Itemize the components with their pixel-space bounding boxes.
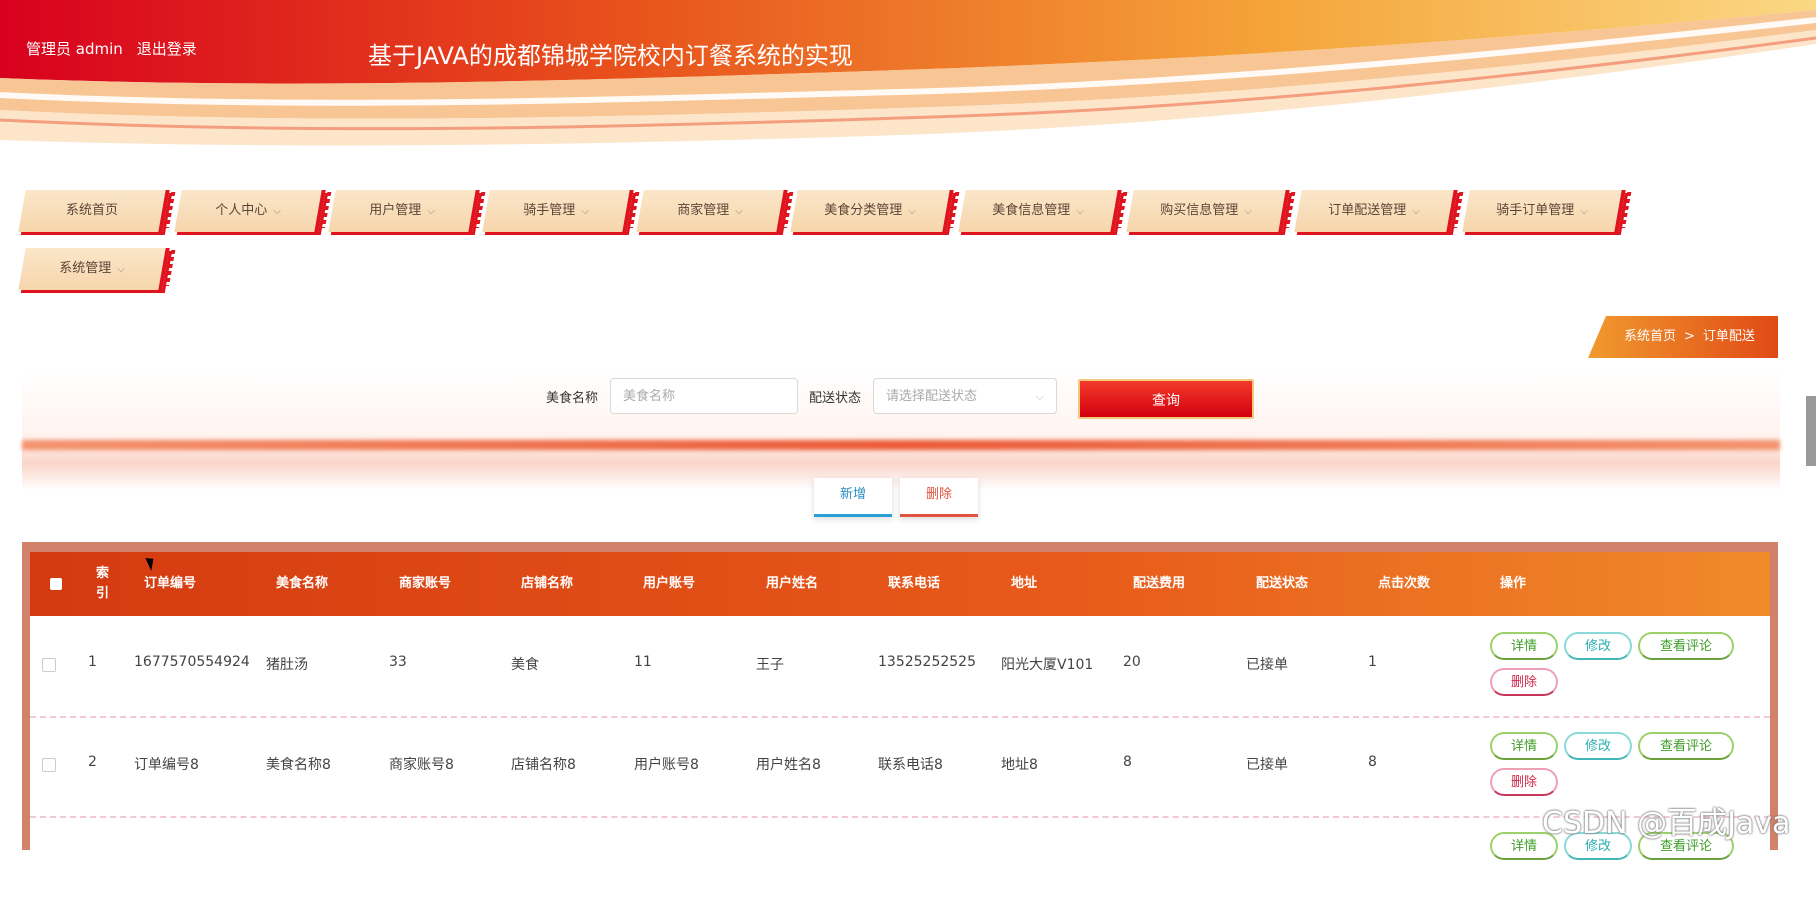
header-wave-background bbox=[0, 0, 1816, 170]
cell-click-count: 8 bbox=[1368, 754, 1377, 770]
breadcrumb: 系统首页 > 订单配送 bbox=[1588, 316, 1778, 358]
table-header: 索引 订单编号 美食名称 商家账号 店铺名称 用户账号 用户姓名 联系电话 地址… bbox=[30, 552, 1770, 616]
chevron-down-icon: ⌵ bbox=[1076, 206, 1084, 217]
cell-order-no: 1677570554924 bbox=[134, 654, 250, 670]
table-row: 详情 修改 查看评论 bbox=[30, 816, 1770, 916]
nav-label: 骑手订单管理 bbox=[1496, 203, 1575, 218]
cell-phone: 13525252525 bbox=[878, 654, 976, 670]
th-click-count: 点击次数 bbox=[1378, 576, 1431, 591]
delete-row-button[interactable]: 删除 bbox=[1490, 768, 1558, 796]
query-button[interactable]: 查询 bbox=[1078, 379, 1254, 419]
chevron-down-icon: ⌵ bbox=[1412, 206, 1420, 217]
nav-label: 骑手管理 bbox=[523, 203, 576, 218]
view-reviews-button[interactable]: 查看评论 bbox=[1638, 632, 1734, 660]
food-name-label: 美食名称 bbox=[546, 391, 599, 406]
edit-button[interactable]: 修改 bbox=[1564, 732, 1632, 760]
nav-label: 购买信息管理 bbox=[1160, 203, 1239, 218]
delivery-status-label: 配送状态 bbox=[809, 391, 862, 406]
cell-address: 阳光大厦V101 bbox=[1001, 657, 1094, 673]
nav-label: 美食分类管理 bbox=[824, 203, 903, 218]
cell-food-name: 猪肚汤 bbox=[266, 657, 308, 673]
nav-label: 个人中心 bbox=[215, 203, 268, 218]
nav-label: 用户管理 bbox=[369, 203, 422, 218]
cell-shop-name: 美食 bbox=[511, 657, 539, 673]
cell-delivery-status: 已接单 bbox=[1246, 657, 1288, 673]
chevron-down-icon: ⌵ bbox=[581, 206, 589, 217]
cell-merchant-account: 商家账号8 bbox=[389, 757, 454, 773]
cell-order-no: 订单编号8 bbox=[134, 757, 199, 773]
nav-label: 美食信息管理 bbox=[992, 203, 1071, 218]
food-name-placeholder: 美食名称 bbox=[623, 389, 676, 404]
breadcrumb-current: 订单配送 bbox=[1702, 329, 1755, 344]
cell-user-account: 11 bbox=[634, 654, 652, 670]
csdn-watermark: CSDN @百成Java bbox=[1542, 806, 1791, 841]
food-name-input[interactable]: 美食名称 bbox=[610, 378, 798, 414]
delivery-status-placeholder: 请选择配送状态 bbox=[886, 389, 978, 404]
view-reviews-button[interactable]: 查看评论 bbox=[1638, 732, 1734, 760]
chevron-down-icon: ⌵ bbox=[1244, 206, 1252, 217]
cell-click-count: 1 bbox=[1368, 654, 1377, 670]
cell-user-account: 用户账号8 bbox=[634, 757, 699, 773]
add-button[interactable]: 新增 bbox=[814, 478, 892, 517]
th-address: 地址 bbox=[1011, 576, 1038, 591]
breadcrumb-separator: > bbox=[1684, 329, 1695, 344]
cell-index: 2 bbox=[88, 754, 97, 770]
cell-delivery-fee: 8 bbox=[1123, 754, 1132, 770]
delete-row-button[interactable]: 删除 bbox=[1490, 668, 1558, 696]
breadcrumb-home[interactable]: 系统首页 bbox=[1624, 329, 1676, 344]
row-checkbox[interactable] bbox=[42, 758, 56, 772]
cell-merchant-account: 33 bbox=[389, 654, 407, 670]
chevron-down-icon: ⌵ bbox=[117, 264, 125, 275]
th-user-name: 用户姓名 bbox=[766, 576, 819, 591]
admin-user-label: 管理员 admin bbox=[26, 40, 123, 58]
row-checkbox[interactable] bbox=[42, 658, 56, 672]
page-scrollbar-thumb[interactable] bbox=[1806, 396, 1816, 466]
detail-button[interactable]: 详情 bbox=[1490, 632, 1558, 660]
nav-label: 商家管理 bbox=[677, 203, 730, 218]
edit-button[interactable]: 修改 bbox=[1564, 632, 1632, 660]
header-banner: 管理员 admin 退出登录 基于JAVA的成都锦城学院校内订餐系统的实现 bbox=[0, 0, 1816, 170]
site-title: 基于JAVA的成都锦城学院校内订餐系统的实现 bbox=[368, 42, 853, 70]
chevron-down-icon: ⌵ bbox=[735, 206, 743, 217]
cell-index: 1 bbox=[88, 654, 97, 670]
chevron-down-icon: ⌵ bbox=[1580, 206, 1588, 217]
nav-label: 系统首页 bbox=[65, 203, 118, 218]
cell-address: 地址8 bbox=[1001, 757, 1038, 773]
delivery-status-select[interactable]: 请选择配送状态 ⌵ bbox=[873, 378, 1057, 414]
chevron-down-icon: ⌵ bbox=[1035, 390, 1044, 403]
th-delivery-status: 配送状态 bbox=[1256, 576, 1309, 591]
th-actions: 操作 bbox=[1500, 576, 1527, 591]
user-area: 管理员 admin 退出登录 bbox=[26, 38, 197, 59]
th-phone: 联系电话 bbox=[888, 576, 941, 591]
cell-delivery-status: 已接单 bbox=[1246, 757, 1288, 773]
table-row: 2 订单编号8 美食名称8 商家账号8 店铺名称8 用户账号8 用户姓名8 联系… bbox=[30, 716, 1770, 818]
th-shop-name: 店铺名称 bbox=[521, 576, 574, 591]
logout-link[interactable]: 退出登录 bbox=[137, 38, 197, 59]
cell-shop-name: 店铺名称8 bbox=[511, 757, 576, 773]
bulk-delete-button[interactable]: 删除 bbox=[900, 478, 978, 517]
th-user-account: 用户账号 bbox=[643, 576, 696, 591]
cell-user-name: 王子 bbox=[756, 657, 784, 673]
search-bar-divider bbox=[22, 440, 1780, 450]
select-all-checkbox[interactable] bbox=[50, 578, 62, 590]
th-merchant-account: 商家账号 bbox=[399, 576, 452, 591]
detail-button[interactable]: 详情 bbox=[1490, 732, 1558, 760]
chevron-down-icon: ⌵ bbox=[908, 206, 916, 217]
chevron-down-icon: ⌵ bbox=[427, 206, 435, 217]
chevron-down-icon: ⌵ bbox=[273, 206, 281, 217]
table-body: 1 1677570554924 猪肚汤 33 美食 11 王子 13525252… bbox=[30, 616, 1770, 860]
th-food-name: 美食名称 bbox=[276, 576, 329, 591]
cell-phone: 联系电话8 bbox=[878, 757, 943, 773]
cell-user-name: 用户姓名8 bbox=[756, 757, 821, 773]
table-row: 1 1677570554924 猪肚汤 33 美食 11 王子 13525252… bbox=[30, 616, 1770, 718]
nav-label: 订单配送管理 bbox=[1328, 203, 1407, 218]
th-delivery-fee: 配送费用 bbox=[1133, 576, 1186, 591]
nav-label: 系统管理 bbox=[59, 261, 112, 276]
data-table: 索引 订单编号 美食名称 商家账号 店铺名称 用户账号 用户姓名 联系电话 地址… bbox=[22, 542, 1778, 860]
cell-delivery-fee: 20 bbox=[1123, 654, 1141, 670]
cell-food-name: 美食名称8 bbox=[266, 757, 331, 773]
